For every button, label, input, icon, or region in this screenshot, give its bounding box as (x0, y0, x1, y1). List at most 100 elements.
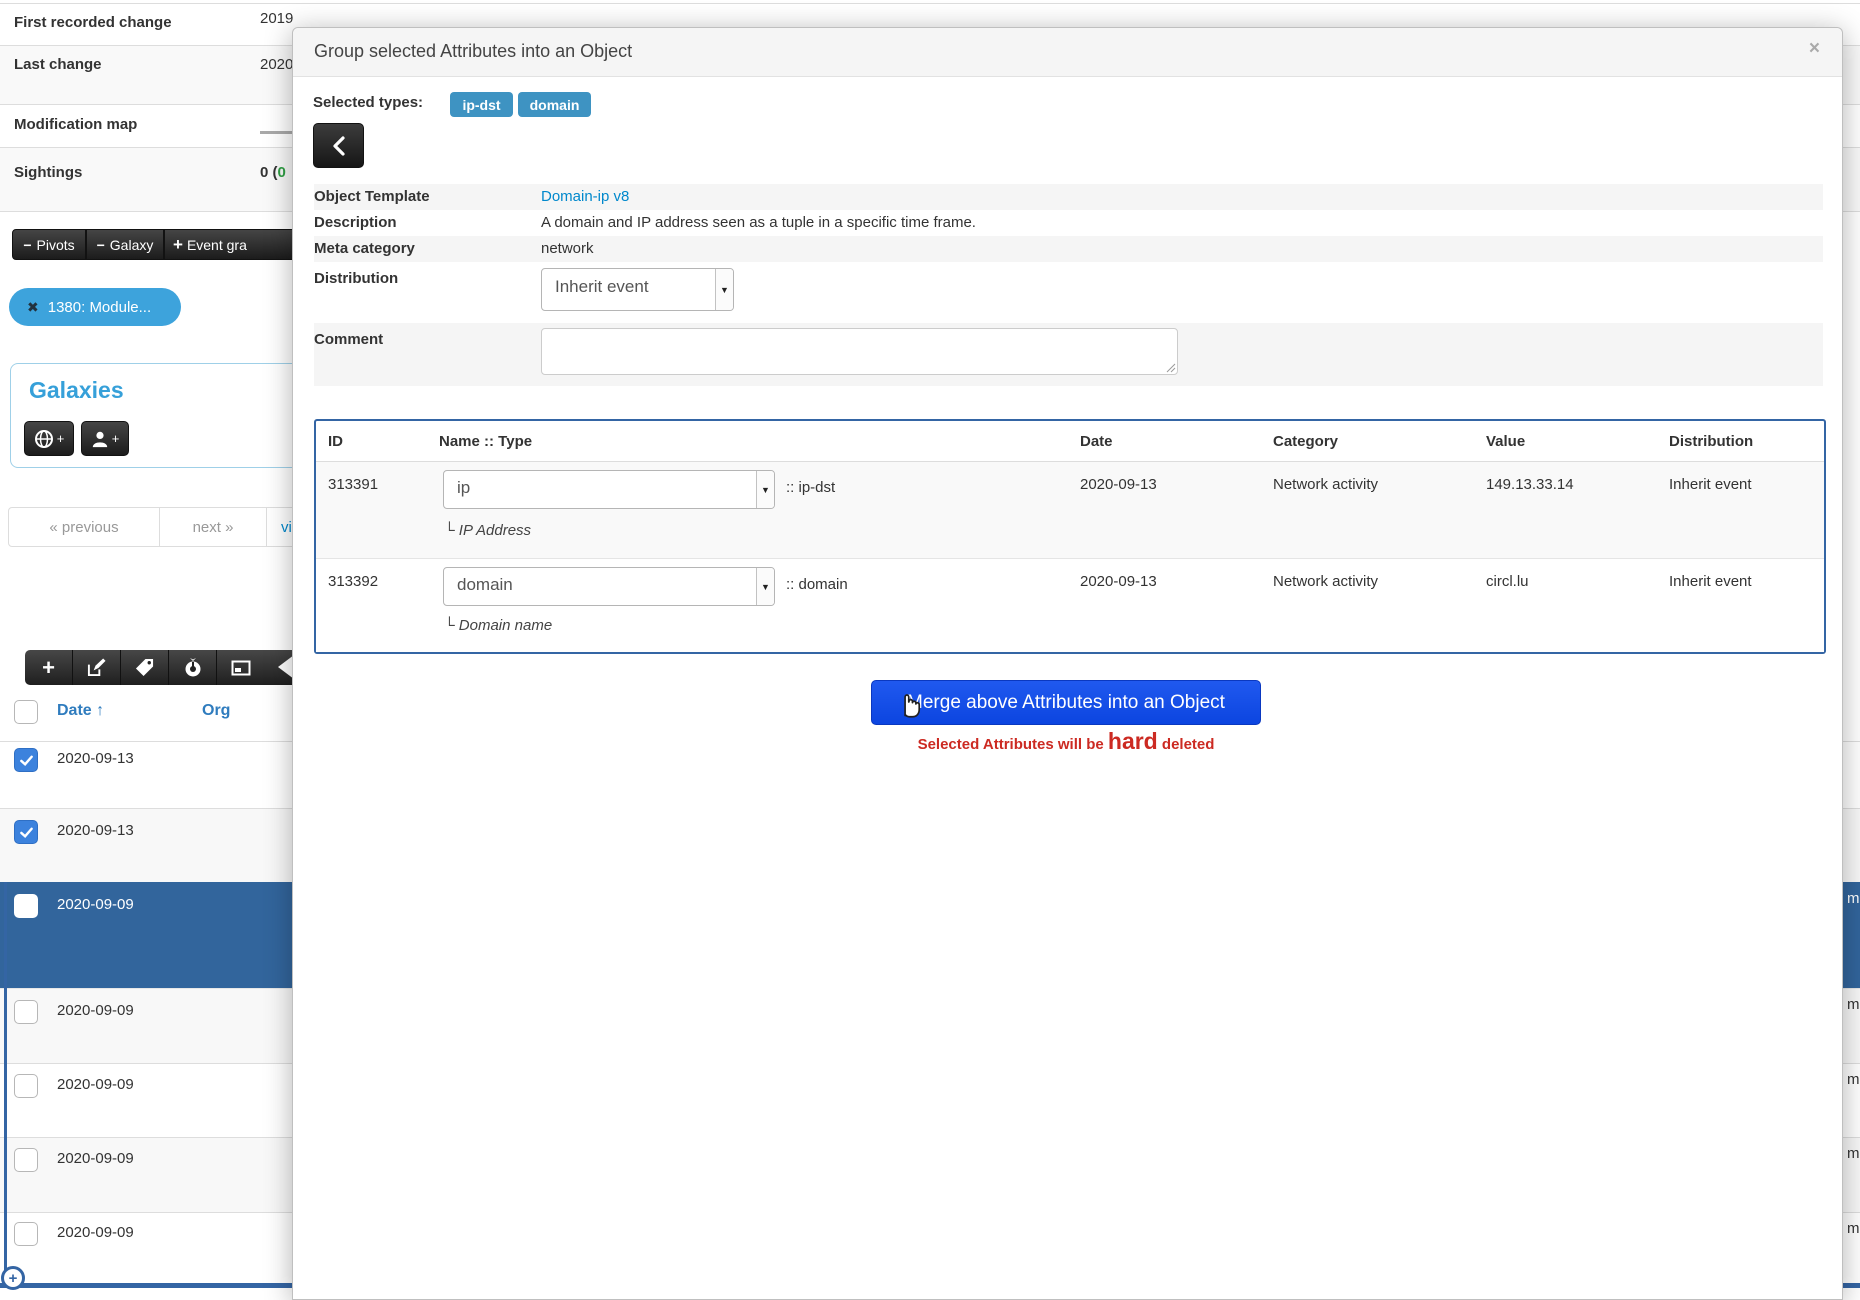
warning-hard: hard (1108, 728, 1158, 754)
comment-textarea[interactable] (541, 328, 1178, 375)
merge-attributes-button[interactable]: Merge above Attributes into an Object (871, 680, 1261, 725)
pivots-label: Pivots (37, 237, 75, 253)
warning-prefix: Selected Attributes will be (918, 736, 1108, 753)
modal-attribute-table: ID Name :: Type Date Category Value Dist… (314, 419, 1826, 654)
pagination-view-all[interactable]: view all (266, 507, 293, 547)
quick-add-attribute-button[interactable]: + (1, 1266, 25, 1290)
attr-type-suffix: :: ip-dst (786, 479, 835, 496)
attr-table-left-border (4, 882, 7, 1288)
meta-value-first-recorded: 2019-10-17 13:42:51 (260, 10, 293, 27)
meta-label-modification-map: Modification map (14, 116, 137, 133)
col-category: Category (1273, 433, 1338, 450)
galaxy-label: Galaxy (110, 237, 154, 253)
add-galaxy-local-button[interactable]: + (81, 421, 129, 456)
popover-arrow (278, 655, 293, 679)
pivot-module-label: 1380: Module... (48, 299, 151, 316)
row-checkbox-checked[interactable] (14, 748, 38, 772)
plus-icon: + (42, 657, 55, 679)
form-row-object-template: Object Template Domain-ip v8 (314, 184, 1823, 210)
add-attribute-button[interactable]: + (25, 650, 73, 685)
modal-attr-row: 313392 domain ▼ :: domain └ Domain name … (316, 559, 1824, 652)
row-checkbox[interactable] (14, 894, 38, 918)
person-icon (91, 430, 109, 448)
edit-attributes-button[interactable] (73, 650, 121, 685)
galaxies-panel: Galaxies + + (10, 363, 293, 468)
col-distribution: Distribution (1669, 433, 1753, 450)
attr-type-suffix: :: domain (786, 576, 848, 593)
pill-close-icon[interactable]: ✖ (27, 299, 39, 316)
attr-id: 313392 (328, 573, 378, 590)
select-all-checkbox[interactable] (14, 700, 38, 724)
attr-distribution: Inherit event (1669, 476, 1752, 493)
dropdown-arrow-icon: ▼ (756, 568, 774, 605)
org-header-label: Org (202, 702, 230, 719)
object-template-link[interactable]: Domain-ip v8 (541, 188, 629, 205)
attr-value: 149.13.33.14 (1486, 476, 1574, 493)
object-template-label: Object Template (314, 188, 430, 205)
plus-icon: + (112, 431, 120, 446)
object-relation-value: domain (457, 575, 513, 595)
galaxy-toggle-button[interactable]: − Galaxy (86, 229, 164, 260)
attribute-toolbar: + (25, 650, 293, 685)
attr-row-date: 2020-09-09 (57, 896, 134, 913)
modal-table-header-row: ID Name :: Type Date Category Value Dist… (316, 421, 1824, 462)
column-header-date[interactable]: Date ↑ (57, 702, 104, 720)
row-checkbox[interactable] (14, 1222, 38, 1246)
attr-value: circl.lu (1486, 573, 1529, 590)
event-graph-toggle-button[interactable]: + Event gra (164, 229, 293, 260)
pagination-previous[interactable]: « previous (8, 507, 160, 547)
object-relation-select[interactable]: domain ▼ (443, 567, 775, 606)
meta-label-first-recorded: First recorded change (14, 14, 172, 31)
sightings-value: 0 (0 (260, 164, 286, 181)
group-object-icon[interactable] (217, 650, 264, 685)
row-checkbox-checked[interactable] (14, 820, 38, 844)
form-row-description: Description A domain and IP address seen… (314, 210, 1823, 236)
back-button[interactable] (313, 123, 364, 168)
col-value: Value (1486, 433, 1525, 450)
sightings-count: 0 ( (260, 164, 278, 181)
column-header-org[interactable]: Org (202, 702, 230, 720)
pivot-module-pill[interactable]: ✖ 1380: Module... (9, 288, 181, 326)
form-row-meta-category: Meta category network (314, 236, 1823, 262)
edge-cell-text: m (1847, 1071, 1860, 1088)
object-relation-value: ip (457, 478, 470, 498)
close-icon[interactable]: × (1809, 38, 1820, 60)
row-checkbox[interactable] (14, 1000, 38, 1024)
meta-category-value: network (541, 240, 594, 257)
minus-icon: − (23, 237, 31, 253)
add-galaxy-global-button[interactable]: + (24, 421, 74, 456)
pivots-toggle-button[interactable]: − Pivots (12, 229, 86, 260)
next-label: next » (193, 519, 234, 536)
distribution-selected-value: Inherit event (555, 277, 649, 297)
relation-hint: └ IP Address (444, 522, 531, 539)
tag-icon[interactable] (121, 650, 169, 685)
distribution-select[interactable]: Inherit event ▼ (541, 268, 734, 311)
distribution-label: Distribution (314, 270, 398, 287)
dropdown-arrow-icon: ▼ (756, 471, 774, 508)
edit-icon (87, 658, 106, 677)
attr-id: 313391 (328, 476, 378, 493)
attr-date: 2020-09-13 (1080, 476, 1157, 493)
left-panel: First recorded change 2019-10-17 13:42:5… (0, 0, 293, 1300)
modal-attr-row: 313391 ip ▼ :: ip-dst └ IP Address 2020-… (316, 462, 1824, 559)
meta-label-sightings: Sightings (14, 164, 82, 181)
plus-icon: + (57, 431, 65, 446)
meta-category-label: Meta category (314, 240, 415, 257)
form-row-distribution: Distribution Inherit event ▼ (314, 262, 1823, 323)
type-badge-domain: domain (518, 92, 591, 117)
resize-grip-icon[interactable] (1164, 361, 1176, 373)
row-checkbox[interactable] (14, 1148, 38, 1172)
galaxies-title: Galaxies (29, 377, 124, 404)
attr-row-date: 2020-09-13 (57, 822, 134, 839)
minus-icon: − (97, 237, 105, 253)
description-label: Description (314, 214, 397, 231)
attr-row-date: 2020-09-13 (57, 750, 134, 767)
col-name-type: Name :: Type (439, 433, 532, 450)
galaxy-rebel-icon[interactable] (169, 650, 217, 685)
row-checkbox[interactable] (14, 1074, 38, 1098)
edge-cell-text: m (1847, 1220, 1860, 1237)
object-relation-select[interactable]: ip ▼ (443, 470, 775, 509)
attr-distribution: Inherit event (1669, 573, 1752, 590)
pagination-next[interactable]: next » (159, 507, 267, 547)
col-id: ID (328, 433, 343, 450)
